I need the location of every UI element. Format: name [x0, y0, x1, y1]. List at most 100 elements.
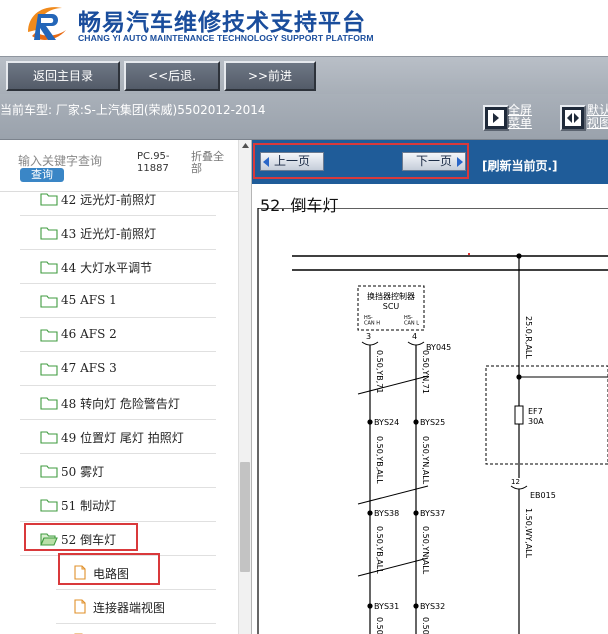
default-view-link[interactable]: 默认 视图 — [587, 104, 608, 130]
current-vehicle-label: 当前车型: 厂家:S-上汽集团(荣威)5502012-2014 — [0, 103, 266, 117]
vehicle-bar: 当前车型: 厂家:S-上汽集团(荣威)5502012-2014 全屏 菜单 默认… — [0, 94, 608, 140]
wire-label-left-4: 0.50 — [375, 617, 384, 634]
fuse-ef7-symbol — [514, 405, 524, 425]
pin-3: 3 — [366, 332, 371, 341]
splice-bys31 — [367, 603, 373, 609]
tree-item-label: 45 AFS 1 — [61, 293, 117, 307]
folder-icon — [40, 260, 58, 274]
next-page-label: 下一页 — [415, 154, 452, 168]
search-area: 查询 PC.95- 11887 折叠全部 — [0, 140, 238, 192]
tree-item[interactable]: 43 近光灯-前照灯 — [20, 216, 216, 250]
folder-icon — [40, 328, 58, 342]
prev-arrow-icon — [263, 157, 269, 167]
fuse-box — [485, 365, 608, 465]
pin-label-right: HS-CAN L — [404, 315, 419, 327]
splice-label-bys25: BYS25 — [420, 418, 445, 427]
next-arrow-icon — [457, 157, 463, 167]
tree-item[interactable]: 51 制动灯 — [20, 488, 216, 522]
nav-bar: 返回主目录 <<后退. >>前进 — [0, 56, 608, 94]
next-page-button[interactable]: 下一页 — [402, 152, 466, 171]
folder-icon — [40, 430, 58, 444]
scroll-thumb[interactable] — [240, 462, 250, 572]
tree-item-label: 51 制动灯 — [61, 499, 117, 513]
folder-icon — [40, 362, 58, 376]
folder-icon — [40, 396, 58, 410]
tree-child-item[interactable]: 连接器端视图 — [56, 590, 216, 624]
folder-icon — [40, 498, 58, 512]
connector-arc-right — [407, 341, 425, 346]
fullscreen-menu-link[interactable]: 全屏 菜单 — [508, 104, 532, 130]
splice-label-bys32: BYS32 — [420, 602, 445, 611]
document-area: 52. 倒车灯 换挡器控制器 SCU HS-CAN H HS-CAN L 3 4… — [252, 184, 608, 634]
scroll-up-arrow-icon[interactable] — [239, 140, 252, 152]
brand-subtitle: CHANG YI AUTO MAINTENANCE TECHNOLOGY SUP… — [78, 33, 374, 43]
scu-module-name: 换挡器控制器 — [367, 291, 415, 301]
marker-dot — [468, 253, 470, 255]
wire-label-right-4: 0.50 — [421, 617, 430, 634]
tree-item[interactable]: 50 雾灯 — [20, 454, 216, 488]
tree-scrollbar[interactable] — [238, 140, 251, 634]
brand-title: 畅易汽车维修技术支持平台 — [78, 10, 366, 36]
wire-label-right-2: 0.50,YN,ALL — [421, 436, 430, 485]
tree-item[interactable]: 42 远光灯-前照灯 — [20, 192, 216, 216]
tree-item[interactable]: 46 AFS 2 — [20, 318, 216, 352]
wiring-diagram: 换挡器控制器 SCU HS-CAN H HS-CAN L 3 4 BY045 0… — [257, 208, 608, 634]
tree-item[interactable]: 52 倒车灯 — [20, 522, 216, 556]
refresh-page-link[interactable]: [刷新当前页.] — [482, 157, 558, 174]
tree-item-label: 50 雾灯 — [61, 465, 105, 479]
tree-item[interactable]: 49 位置灯 尾灯 拍照灯 — [20, 420, 216, 454]
tree-item[interactable]: 44 大灯水平调节 — [20, 250, 216, 284]
tree-item-label: 44 大灯水平调节 — [61, 261, 153, 275]
back-button[interactable]: <<后退. — [124, 61, 220, 91]
wire-label-left-2: 0.50,YB,ALL — [375, 436, 384, 484]
tree-item[interactable]: 47 AFS 3 — [20, 352, 216, 386]
ground-pin: 12 — [511, 478, 520, 486]
content-toolbar: 上一页 下一页 [刷新当前页.] — [252, 140, 608, 184]
tree-child-item[interactable]: 连接器信息 — [56, 624, 216, 634]
left-panel: 查询 PC.95- 11887 折叠全部 42 远光灯-前照灯 43 近光灯-前照… — [0, 140, 252, 634]
wire-label-left-3: 0.50,YB,ALL — [375, 526, 384, 574]
splice-bys37 — [413, 510, 419, 516]
splice-bys25 — [413, 419, 419, 425]
splice-label-bys38: BYS38 — [374, 509, 399, 518]
tree-item[interactable]: 45 AFS 1 — [20, 284, 216, 318]
splice-label-bys31: BYS31 — [374, 602, 399, 611]
twist-markers — [357, 375, 429, 577]
tree-item-label: 52 倒车灯 — [61, 533, 117, 547]
splice-bys32 — [413, 603, 419, 609]
search-button[interactable]: 查询 — [20, 168, 64, 182]
fullscreen-icon[interactable] — [483, 105, 509, 131]
splice-bys24 — [367, 419, 373, 425]
tree-item-label: 49 位置灯 尾灯 拍照灯 — [61, 431, 184, 445]
tree-child-label: 电路图 — [93, 567, 130, 581]
catalog-tree: 42 远光灯-前照灯 43 近光灯-前照灯 44 大灯水平调节 45 AFS 1 46 … — [0, 192, 238, 634]
folder-icon — [40, 464, 58, 478]
splice-label-bys24: BYS24 — [374, 418, 399, 427]
fuse-ef7-rating: 30A — [528, 417, 544, 426]
document-icon — [74, 565, 86, 580]
forward-button[interactable]: >>前进 — [224, 61, 316, 91]
pin-label-left: HS-CAN H — [364, 315, 380, 327]
scu-module-code: SCU — [383, 302, 400, 311]
wire-label-right-3: 0.50,YN,ALL — [421, 526, 430, 575]
tree-item-label: 42 远光灯-前照灯 — [61, 193, 157, 207]
splice-label-bys37: BYS37 — [420, 509, 445, 518]
document-icon — [74, 599, 86, 614]
tree-item-label: 46 AFS 2 — [61, 327, 117, 341]
fuse-ef7-name: EF7 — [528, 407, 543, 416]
default-view-icon[interactable] — [560, 105, 586, 131]
prev-page-button[interactable]: 上一页 — [260, 152, 324, 171]
home-button[interactable]: 返回主目录 — [6, 61, 120, 91]
ground-wire-label: 1.50,WY,ALL — [524, 508, 533, 559]
logo-icon — [28, 7, 66, 40]
tree-child-item[interactable]: 电路图 — [56, 556, 216, 590]
fuse-wire-label: 25.0,R,ALL — [524, 316, 533, 359]
folder-icon — [40, 192, 58, 206]
content-panel: 上一页 下一页 [刷新当前页.] 52. 倒车灯 换挡器控制器 SCU HS-C… — [252, 140, 608, 634]
splice-bys38 — [367, 510, 373, 516]
ground-connector-label: EB015 — [530, 491, 556, 500]
tree-item[interactable]: 48 转向灯 危险警告灯 — [20, 386, 216, 420]
pin-4: 4 — [412, 332, 417, 341]
ground-connector-arc — [510, 485, 528, 490]
collapse-all-button[interactable]: 折叠全部 — [191, 151, 231, 175]
